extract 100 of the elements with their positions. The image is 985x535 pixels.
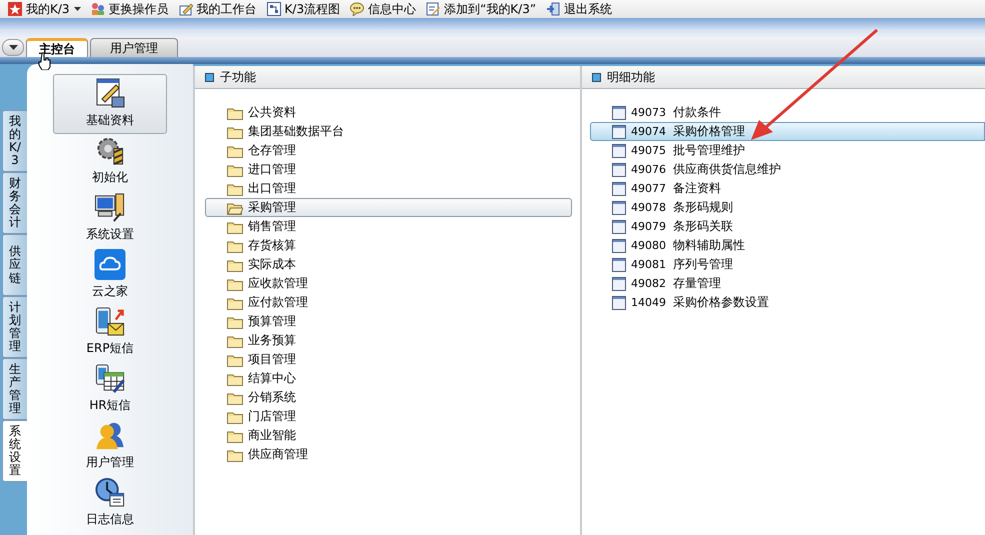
folder-item[interactable]: 业务预算 [205,331,572,350]
module-button[interactable]: HR短信 [53,362,167,419]
folder-item[interactable]: 销售管理 [205,217,572,236]
folder-icon [227,428,243,442]
toolbar-button[interactable]: 退出系统 [542,0,616,18]
caret-icon [8,45,18,50]
folder-item[interactable]: 出口管理 [205,179,572,198]
function-item[interactable]: 49081 序列号管理 [590,255,985,274]
folder-icon [227,258,243,272]
folder-item[interactable]: 供应商管理 [205,445,572,464]
phone-table-icon [94,363,126,394]
document-icon [612,182,626,196]
folder-icon [227,124,243,138]
toolbar-button[interactable]: K/3流程图 [262,0,344,18]
module-button[interactable]: 日志信息 [53,476,167,533]
function-item[interactable]: 49079 条形码关联 [590,217,985,236]
document-icon [612,276,626,290]
document-pencil-icon [94,77,126,109]
toolbar-button[interactable]: 我的工作台 [174,0,261,18]
chat-icon [350,2,364,16]
document-icon [612,144,626,158]
folder-icon [227,314,243,328]
folder-icon [227,162,243,176]
module-button[interactable]: 初始化 [53,134,167,191]
cloud-icon [94,249,126,280]
function-item[interactable]: 49077 备注资料 [590,179,985,198]
users-icon [90,2,105,16]
panel-title: 子功能 [220,68,256,86]
folder-icon [227,352,243,366]
side-tab[interactable]: 生产管理 [2,358,27,420]
user-icon [94,420,126,451]
function-item[interactable]: 14049 采购价格参数设置 [590,293,985,312]
toolbar-button[interactable]: 更换操作员 [86,0,173,18]
module-button[interactable]: ERP短信 [53,305,167,362]
folder-item[interactable]: 公共资料 [205,103,572,122]
folder-icon [227,390,243,404]
pencil-icon [178,2,193,16]
function-item[interactable]: 49074 采购价格管理 [590,122,985,141]
folder-icon [227,276,243,290]
folder-item[interactable]: 存货核算 [205,236,572,255]
side-tab[interactable]: 供应链 [2,234,27,296]
module-button[interactable]: 系统设置 [53,191,167,248]
document-icon [612,124,626,138]
document-icon [612,220,626,234]
function-item[interactable]: 49080 物料辅助属性 [590,236,985,255]
folder-icon [227,106,243,120]
open-folder-icon [227,200,243,214]
edit-note-icon [426,2,440,16]
folder-item[interactable]: 采购管理 [205,198,572,217]
tab-list-button[interactable] [2,39,24,56]
folder-icon [227,372,243,386]
flowchart-icon [266,2,281,16]
folder-item[interactable]: 结算中心 [205,369,572,388]
document-icon [612,238,626,252]
folder-item[interactable]: 分销系统 [205,388,572,407]
document-icon [612,258,626,272]
side-tab[interactable]: 系统设置 [2,420,27,482]
document-icon [612,162,626,176]
toolbar-button[interactable]: 我的K/3 [4,0,85,18]
side-tab[interactable]: 我的K/3 [2,110,27,172]
exit-icon [546,2,560,16]
folder-icon [227,448,243,462]
folder-item[interactable]: 门店管理 [205,407,572,426]
hand-cursor-icon [38,52,52,70]
function-item[interactable]: 49075 批号管理维护 [590,141,985,160]
folder-item[interactable]: 实际成本 [205,255,572,274]
folder-icon [227,296,243,310]
side-tab[interactable]: 计划管理 [2,296,27,358]
star-icon [8,2,22,16]
side-tab[interactable]: 财务会计 [2,172,27,234]
folder-icon [227,238,243,252]
phone-mail-icon [94,306,126,337]
square-bullet-icon [592,72,601,82]
folder-item[interactable]: 应收款管理 [205,274,572,293]
folder-icon [227,220,243,234]
clock-calendar-icon [94,477,126,508]
computer-icon [94,192,126,223]
function-item[interactable]: 49076 供应商供货信息维护 [590,160,985,179]
function-item[interactable]: 49073 付款条件 [590,103,985,122]
panel-title: 明细功能 [607,68,655,86]
folder-item[interactable]: 应付款管理 [205,293,572,312]
toolbar-button[interactable]: 添加到“我的K/3” [422,0,540,18]
caret-icon [74,7,81,11]
module-button[interactable]: 用户管理 [53,419,167,476]
folder-item[interactable]: 预算管理 [205,312,572,331]
module-button[interactable]: 云之家 [53,248,167,305]
folder-item[interactable]: 仓存管理 [205,141,572,160]
folder-item[interactable]: 商业智能 [205,426,572,445]
function-item[interactable]: 49082 存量管理 [590,274,985,293]
folder-item[interactable]: 项目管理 [205,350,572,369]
toolbar-button[interactable]: 信息中心 [346,0,420,18]
document-icon [612,200,626,214]
function-item[interactable]: 49078 条形码规则 [590,198,985,217]
module-button[interactable]: 基础资料 [53,74,167,134]
folder-icon [227,144,243,158]
folder-item[interactable]: 进口管理 [205,160,572,179]
document-icon [612,106,626,120]
square-bullet-icon [205,72,214,82]
tab[interactable]: 用户管理 [90,38,178,57]
folder-item[interactable]: 集团基础数据平台 [205,122,572,141]
